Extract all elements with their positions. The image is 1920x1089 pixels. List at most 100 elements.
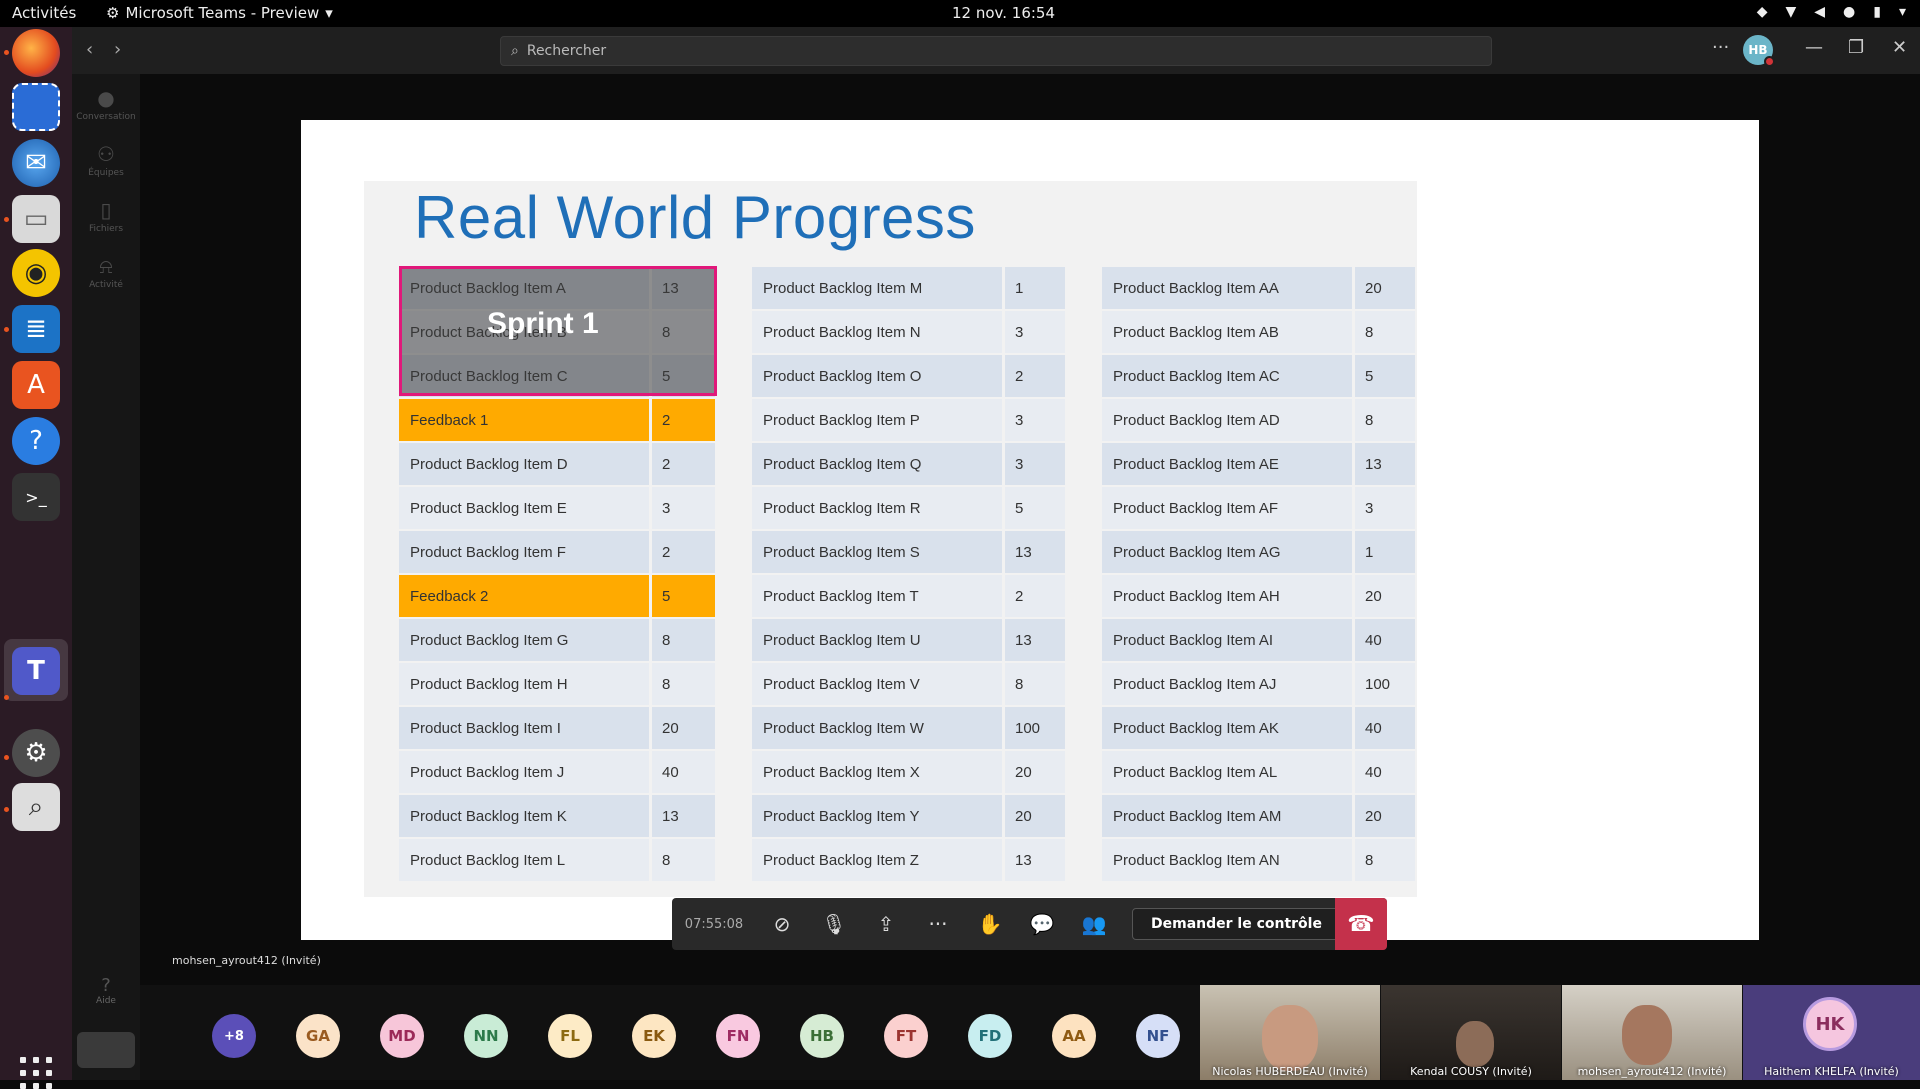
participant-avatar[interactable]: NN xyxy=(464,1014,508,1058)
writer-icon[interactable]: ≣ xyxy=(12,305,60,353)
teams-icon: ⚇ xyxy=(97,142,115,166)
backlog-row: Product Backlog Item N3 xyxy=(752,311,1065,353)
item-name: Product Backlog Item AH xyxy=(1102,575,1352,617)
item-points: 20 xyxy=(1355,267,1415,309)
trash-icon[interactable] xyxy=(77,1032,135,1068)
item-points: 8 xyxy=(1355,839,1415,881)
item-points: 20 xyxy=(652,707,715,749)
share-screen-button[interactable]: ⇪ xyxy=(860,898,912,950)
item-name: Product Backlog Item L xyxy=(399,839,649,881)
search-app-icon[interactable]: ⌕ xyxy=(12,783,60,831)
mute-button[interactable]: 🎙 xyxy=(808,898,860,950)
forward-arrow-icon[interactable]: › xyxy=(114,39,121,60)
video-tile[interactable]: Nicolas HUBERDEAU (Invité) xyxy=(1200,985,1380,1080)
settings-icon[interactable]: ⚙ xyxy=(12,729,60,777)
presenter-name: mohsen_ayrout412 (Invité) xyxy=(172,954,321,967)
backlog-row: Product Backlog Item Y 20 xyxy=(752,795,1065,837)
participant-avatar[interactable]: FN xyxy=(716,1014,760,1058)
maximize-icon[interactable]: ❐ xyxy=(1848,37,1864,58)
more-options-icon[interactable]: ··· xyxy=(1712,37,1729,58)
minimize-icon[interactable]: — xyxy=(1805,37,1823,58)
running-indicator xyxy=(4,50,9,55)
participant-face xyxy=(1622,1005,1672,1065)
backlog-row: Product Backlog Item AN 8 xyxy=(1102,839,1415,881)
rail-label: Équipes xyxy=(88,168,124,178)
search-input[interactable]: ⌕ Rechercher xyxy=(500,36,1492,66)
request-control-button[interactable]: Demander le contrôle xyxy=(1132,908,1341,940)
backlog-row: Product Backlog Item K 13 xyxy=(399,795,715,837)
firefox-icon[interactable] xyxy=(12,29,60,77)
volume-icon[interactable]: ◀ xyxy=(1814,4,1825,20)
wifi-icon[interactable]: ▼ xyxy=(1785,4,1796,20)
backlog-row: Product Backlog Item E3 xyxy=(399,487,715,529)
close-icon[interactable]: ✕ xyxy=(1892,37,1907,58)
item-name: Product Backlog Item AG xyxy=(1102,531,1352,573)
video-tile[interactable]: HK Haithem KHELFA (Invité) xyxy=(1743,985,1920,1080)
participant-avatar[interactable]: FL xyxy=(548,1014,592,1058)
help-icon[interactable]: ? xyxy=(12,417,60,465)
terminal-icon[interactable]: >_ xyxy=(12,473,60,521)
hang-up-button[interactable]: ☎ xyxy=(1335,898,1387,950)
teams-icon[interactable]: T xyxy=(12,647,60,695)
video-tile[interactable]: mohsen_ayrout412 (Invité) xyxy=(1562,985,1742,1080)
participant-avatar[interactable]: HB xyxy=(800,1014,844,1058)
back-arrow-icon[interactable]: ‹ xyxy=(86,39,93,60)
participant-avatar[interactable]: MD xyxy=(380,1014,424,1058)
participants-button[interactable]: 👥 xyxy=(1068,898,1120,950)
participant-avatar[interactable]: AA xyxy=(1052,1014,1096,1058)
more-actions-button[interactable]: ··· xyxy=(912,898,964,950)
rhythmbox-icon[interactable]: ◉ xyxy=(12,249,60,297)
rail-teams[interactable]: ⚇ Équipes xyxy=(72,142,140,178)
participant-avatar[interactable]: FT xyxy=(884,1014,928,1058)
help-button[interactable]: ? Aide xyxy=(72,975,140,1006)
user-avatar[interactable]: HB xyxy=(1743,35,1775,67)
backlog-row: Product Backlog Item I 20 xyxy=(399,707,715,749)
app-menu[interactable]: ⚙ Microsoft Teams - Preview ▾ xyxy=(106,4,333,22)
item-points: 40 xyxy=(652,751,715,793)
item-name: Product Backlog Item AI xyxy=(1102,619,1352,661)
item-points: 2 xyxy=(652,531,715,573)
participant-avatar[interactable]: NF xyxy=(1136,1014,1180,1058)
files-icon[interactable]: ▭ xyxy=(12,195,60,243)
rail-activity[interactable]: ⍾ Activité xyxy=(72,254,140,290)
rail-conversation[interactable]: ● Conversation xyxy=(72,86,140,122)
teams-tray-icon[interactable]: ◆ xyxy=(1757,4,1768,20)
running-indicator xyxy=(4,327,9,332)
camera-off-button[interactable]: ⊘ xyxy=(756,898,808,950)
item-name: Product Backlog Item AF xyxy=(1102,487,1352,529)
backlog-row: Product Backlog Item AG 1 xyxy=(1102,531,1415,573)
video-tile[interactable]: Kendal COUSY (Invité) xyxy=(1381,985,1561,1080)
screenshot-icon[interactable] xyxy=(12,83,60,131)
backlog-row: Product Backlog Item AI 40 xyxy=(1102,619,1415,661)
thunderbird-icon[interactable]: ✉ xyxy=(12,139,60,187)
item-points: 3 xyxy=(1005,399,1065,441)
participant-avatar[interactable]: GA xyxy=(296,1014,340,1058)
backlog-row: Product Backlog Item H8 xyxy=(399,663,715,705)
more-icon: ··· xyxy=(928,912,948,936)
backlog-row: Product Backlog Item AK 40 xyxy=(1102,707,1415,749)
software-center-icon[interactable]: A xyxy=(12,361,60,409)
item-name: Product Backlog Item W xyxy=(752,707,1002,749)
battery-icon[interactable]: ▮ xyxy=(1873,4,1881,20)
chevron-down-icon: ▾ xyxy=(325,4,333,22)
participant-avatar[interactable]: FD xyxy=(968,1014,1012,1058)
power-menu-icon[interactable]: ▾ xyxy=(1899,4,1906,20)
item-name: Feedback 1 xyxy=(399,399,649,441)
raise-hand-button[interactable]: ✋ xyxy=(964,898,1016,950)
help-circle-icon: ? xyxy=(101,975,111,996)
system-tray[interactable]: ◆ ▼ ◀ ● ▮ ▾ xyxy=(1757,4,1906,20)
camera-off-icon: ⊘ xyxy=(773,912,791,936)
show-applications-button[interactable] xyxy=(20,1057,52,1089)
clock[interactable]: 12 nov. 16:54 xyxy=(952,4,1055,22)
overflow-participants-button[interactable]: +8 xyxy=(212,1014,256,1058)
item-points: 8 xyxy=(652,663,715,705)
item-points: 13 xyxy=(1355,443,1415,485)
item-name: Product Backlog Item AK xyxy=(1102,707,1352,749)
sprint-1-highlight: Sprint 1 xyxy=(399,266,717,396)
chat-button[interactable]: 💬 xyxy=(1016,898,1068,950)
participant-avatar[interactable]: EK xyxy=(632,1014,676,1058)
rail-files[interactable]: ▯ Fichiers xyxy=(72,198,140,234)
activities-button[interactable]: Activités xyxy=(12,4,76,22)
bell-icon: ⍾ xyxy=(99,254,113,278)
microphone-icon[interactable]: ● xyxy=(1843,4,1855,20)
